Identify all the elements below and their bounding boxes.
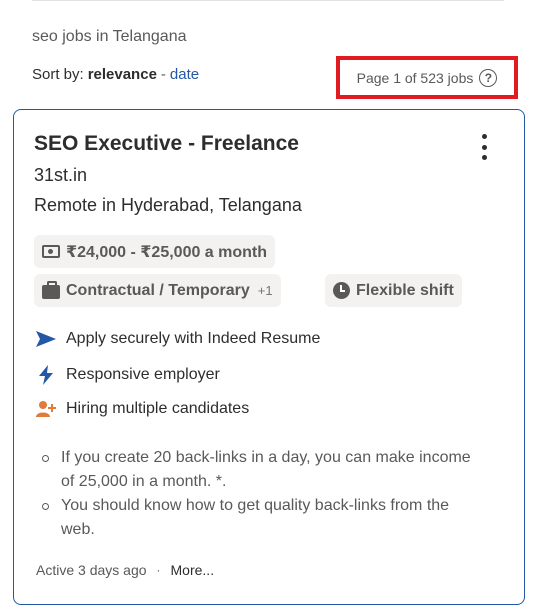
feature-hiring-multiple: Hiring multiple candidates — [36, 400, 249, 418]
send-arrow-icon — [36, 331, 56, 347]
page-count: Page 1 of 523 jobs ? — [336, 56, 518, 99]
briefcase-icon — [42, 280, 60, 299]
job-card[interactable]: SEO Executive - Freelance 31st.in Remote… — [13, 109, 525, 605]
activity-date: Active 3 days ago — [36, 562, 147, 578]
footer-separator: · — [156, 563, 161, 577]
feature-label: Hiring multiple candidates — [66, 400, 250, 417]
job-type-tag: Contractual / Temporary +1 — [34, 274, 281, 307]
sort-control: Sort by: relevance - date — [32, 66, 199, 83]
clock-icon — [333, 282, 350, 299]
question-circle-icon[interactable]: ? — [479, 68, 498, 87]
shift-tag: Flexible shift — [325, 274, 462, 307]
job-type-extra-count: +1 — [257, 283, 273, 298]
feature-apply-securely: Apply securely with Indeed Resume — [36, 330, 320, 348]
job-location: Remote in Hyderabad, Telangana — [34, 195, 302, 215]
feature-label: Responsive employer — [66, 366, 220, 383]
salary-text: ₹24,000 - ₹25,000 a month — [66, 243, 268, 261]
shift-text: Flexible shift — [356, 281, 454, 299]
company-name: 31st.in — [34, 165, 88, 185]
job-footer: Active 3 days ago · More... — [36, 562, 214, 578]
page-count-text: Page 1 of 523 jobs — [356, 69, 474, 86]
sort-label: Sort by: — [32, 66, 84, 83]
search-context: seo jobs in Telangana — [32, 28, 187, 45]
lightning-bolt-icon — [39, 365, 53, 385]
more-link[interactable]: More... — [171, 562, 215, 578]
sort-option-relevance[interactable]: relevance — [88, 66, 157, 83]
money-icon — [42, 245, 60, 258]
sort-option-date[interactable]: date — [170, 66, 199, 83]
snippet-item: You should know how to get quality back-… — [38, 494, 478, 542]
job-type-text: Contractual / Temporary — [66, 281, 250, 299]
feature-label: Apply securely with Indeed Resume — [66, 330, 321, 347]
job-snippet: If you create 20 back-links in a day, yo… — [38, 446, 478, 542]
add-person-icon — [36, 401, 56, 417]
sort-separator: - — [160, 66, 166, 83]
feature-responsive-employer: Responsive employer — [36, 365, 220, 385]
more-options-icon[interactable] — [474, 134, 494, 160]
job-title[interactable]: SEO Executive - Freelance — [34, 132, 299, 156]
salary-tag: ₹24,000 - ₹25,000 a month — [34, 235, 276, 268]
snippet-item: If you create 20 back-links in a day, yo… — [38, 446, 478, 494]
top-divider — [32, 0, 504, 1]
